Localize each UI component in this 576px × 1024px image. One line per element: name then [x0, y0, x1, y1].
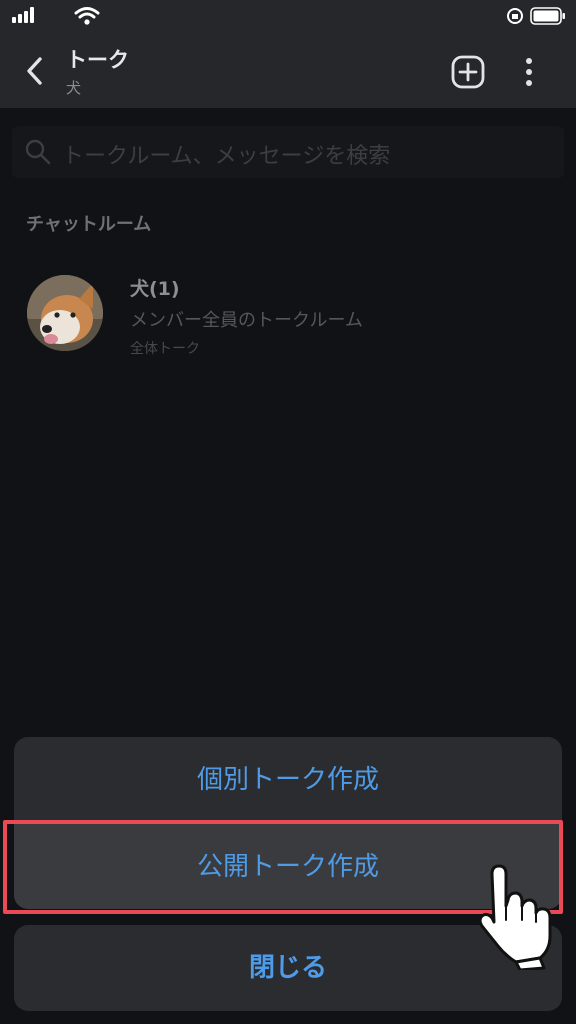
- search-icon: [25, 139, 51, 165]
- battery-icon: [530, 7, 565, 25]
- signal-icon: [12, 7, 38, 23]
- wifi-icon: [74, 7, 100, 25]
- page-title: トーク: [66, 48, 129, 72]
- add-icon[interactable]: [450, 54, 486, 90]
- pointing-hand-icon: [478, 864, 552, 970]
- status-bar: [0, 0, 576, 34]
- search-bar[interactable]: トークルーム、メッセージを検索: [12, 126, 564, 178]
- create-private-talk-button[interactable]: 個別トーク作成: [14, 737, 562, 823]
- list-item[interactable]: 犬(1) メンバー全員のトークルーム 全体トーク: [0, 268, 576, 360]
- room-tag: 全体トーク: [130, 341, 200, 357]
- avatar: [27, 275, 103, 351]
- search-placeholder: トークルーム、メッセージを検索: [62, 144, 391, 169]
- rotation-lock-icon: [507, 8, 523, 24]
- room-description: メンバー全員のトークルーム: [130, 310, 363, 331]
- more-icon[interactable]: [516, 54, 542, 90]
- section-label: チャットルーム: [26, 214, 152, 235]
- back-icon[interactable]: [20, 54, 50, 88]
- nav-header: トーク 犬: [0, 34, 576, 108]
- page-subtitle: 犬: [66, 79, 82, 97]
- room-name: 犬(1): [130, 278, 180, 300]
